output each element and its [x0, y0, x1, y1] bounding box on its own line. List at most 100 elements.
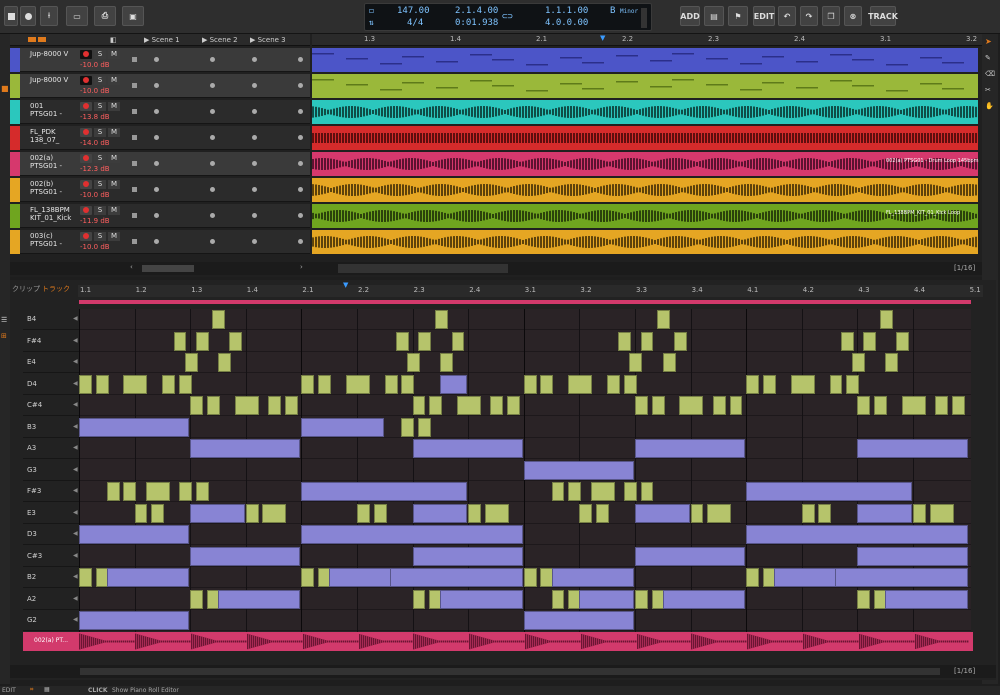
audition-icon[interactable]: ◀	[73, 530, 78, 537]
audition-icon[interactable]: ◀	[73, 444, 78, 451]
grid-icon[interactable]: ⌗	[30, 686, 33, 694]
audition-icon[interactable]: ◀	[73, 466, 78, 473]
loop-length[interactable]: 4.0.0.00	[545, 18, 588, 28]
midi-note[interactable]	[412, 396, 426, 415]
key-scale[interactable]: Minor	[620, 8, 638, 15]
key-root[interactable]: B	[610, 6, 615, 16]
arranger-clip[interactable]	[312, 126, 978, 150]
midi-note[interactable]	[640, 331, 654, 351]
midi-note[interactable]	[412, 589, 426, 609]
midi-note[interactable]	[79, 611, 190, 630]
midi-note[interactable]	[590, 482, 615, 501]
midi-note[interactable]	[913, 503, 926, 523]
arranger-clip[interactable]	[312, 178, 978, 202]
editor-scroll-thumb[interactable]	[80, 668, 940, 675]
midi-note[interactable]	[651, 396, 665, 415]
midi-note[interactable]	[540, 374, 554, 394]
arranger-clip[interactable]	[312, 74, 978, 98]
midi-note[interactable]	[551, 482, 565, 501]
audition-icon[interactable]: ◀	[73, 552, 78, 559]
midi-note[interactable]	[123, 374, 148, 394]
midi-note[interactable]	[707, 503, 732, 523]
midi-note[interactable]	[451, 331, 465, 351]
snapshot-button[interactable]: ▤	[704, 6, 724, 26]
pointer-tool-icon[interactable]: ➤	[985, 37, 992, 46]
key-row[interactable]: F#4 ◀	[23, 331, 79, 352]
midi-note[interactable]	[568, 374, 593, 394]
midi-note[interactable]	[618, 331, 632, 351]
key-row[interactable]: B3 ◀	[23, 417, 79, 438]
delete-button[interactable]: ⊗	[844, 6, 862, 26]
midi-note[interactable]	[195, 331, 209, 351]
midi-note[interactable]	[106, 568, 190, 587]
arranger-scrollbar[interactable]: ‹ › [1/16]	[10, 262, 996, 275]
midi-note[interactable]	[190, 589, 204, 609]
arranger-clip[interactable]	[312, 152, 978, 176]
audition-icon[interactable]: ◀	[73, 487, 78, 494]
scroll-thumb[interactable]	[142, 265, 194, 272]
midi-note[interactable]	[218, 589, 301, 609]
midi-note[interactable]	[523, 374, 537, 394]
tab-track[interactable]: トラック	[42, 284, 70, 294]
scroll-left-icon[interactable]: ‹	[130, 263, 133, 271]
midi-note[interactable]	[857, 396, 871, 415]
midi-note[interactable]	[635, 396, 648, 415]
playhead-marker[interactable]: ▼	[600, 34, 605, 42]
midi-note[interactable]	[857, 503, 912, 523]
scene-2[interactable]: ▶ Scene 2	[202, 36, 238, 44]
midi-note[interactable]	[151, 503, 165, 523]
midi-note[interactable]	[123, 482, 137, 501]
midi-note[interactable]	[746, 568, 760, 587]
midi-note[interactable]	[79, 568, 92, 587]
copy-button[interactable]: ❐	[822, 6, 840, 26]
midi-note[interactable]	[434, 310, 448, 329]
add-button[interactable]: ADD	[680, 6, 700, 26]
midi-note[interactable]	[857, 589, 871, 609]
midi-note[interactable]	[746, 482, 912, 501]
key-row[interactable]: E4 ◀	[23, 352, 79, 373]
key-row[interactable]: C#4 ◀	[23, 395, 79, 416]
stop-button[interactable]	[4, 6, 18, 26]
midi-note[interactable]	[357, 503, 370, 523]
midi-note[interactable]	[407, 353, 420, 372]
tab-clip[interactable]: クリップ	[12, 284, 40, 294]
scene-3[interactable]: ▶ Scene 3	[250, 36, 286, 44]
key-row[interactable]: C#3 ◀	[23, 546, 79, 567]
arranger-clip[interactable]	[312, 48, 978, 72]
audition-icon[interactable]: ◀	[73, 616, 78, 623]
midi-note[interactable]	[440, 589, 523, 609]
midi-note[interactable]	[523, 568, 537, 587]
key-row[interactable]: F#3 ◀	[23, 481, 79, 502]
redo-button[interactable]: ↷	[800, 6, 818, 26]
tempo-value[interactable]: 147.00	[397, 6, 430, 16]
midi-note[interactable]	[635, 589, 648, 609]
midi-note[interactable]	[390, 568, 523, 587]
midi-note[interactable]	[857, 439, 968, 458]
scene-1[interactable]: ▶ Scene 1	[144, 36, 180, 44]
midi-note[interactable]	[879, 310, 893, 329]
midi-note[interactable]	[206, 396, 220, 415]
browser-button[interactable]: ▭	[66, 6, 88, 26]
midi-note[interactable]	[429, 396, 443, 415]
list-icon[interactable]: ☰	[1, 316, 7, 324]
audition-icon[interactable]: ◀	[73, 358, 78, 365]
midi-note[interactable]	[801, 503, 815, 523]
knife-tool-icon[interactable]: ✂	[985, 86, 991, 94]
key-row[interactable]: B4 ◀	[23, 309, 79, 330]
midi-note[interactable]	[412, 439, 523, 458]
midi-note[interactable]	[484, 503, 509, 523]
track-view-icon[interactable]	[28, 37, 36, 42]
arranger-ruler[interactable]: 1.3 1.4 2.1 2.2 2.3 2.4 3.1 3.2	[312, 34, 996, 46]
midi-note[interactable]	[679, 396, 704, 415]
midi-note[interactable]	[95, 374, 109, 394]
midi-note[interactable]	[79, 525, 190, 544]
clip-view-icon[interactable]	[38, 37, 46, 42]
midi-note[interactable]	[635, 546, 746, 566]
midi-note[interactable]	[106, 482, 120, 501]
hand-tool-icon[interactable]: ✋	[985, 102, 994, 110]
automation-button[interactable]: ⟊	[40, 6, 58, 26]
clip-bar[interactable]	[79, 300, 971, 304]
midi-note[interactable]	[790, 374, 815, 394]
arranger-clip[interactable]	[312, 100, 978, 124]
midi-note[interactable]	[835, 568, 968, 587]
